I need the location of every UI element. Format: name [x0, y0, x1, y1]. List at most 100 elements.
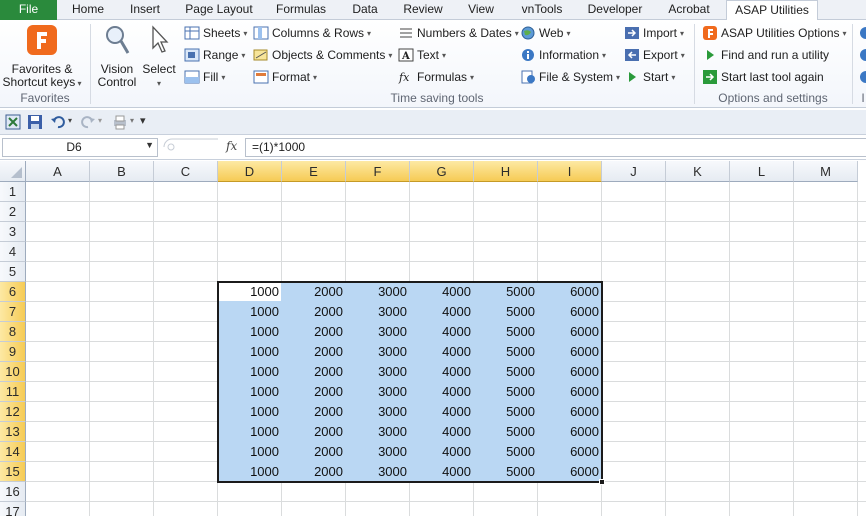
- redo-dropdown-icon[interactable]: ▾: [98, 116, 102, 125]
- excel-app-icon[interactable]: [5, 114, 21, 130]
- column-header-e[interactable]: E: [282, 161, 346, 182]
- column-header-b[interactable]: B: [90, 161, 154, 182]
- column-header-d[interactable]: D: [218, 161, 282, 182]
- tab-page-layout[interactable]: Page Layout: [176, 0, 262, 20]
- name-box[interactable]: D6 ▼: [2, 138, 158, 157]
- undo-dropdown-icon[interactable]: ▾: [68, 116, 72, 125]
- ribbon-tab-bar: File Home Insert Page Layout Formulas Da…: [0, 0, 866, 21]
- row-header-1[interactable]: 1: [0, 182, 26, 202]
- column-header-k[interactable]: K: [666, 161, 730, 182]
- row-header-11[interactable]: 11: [0, 382, 26, 402]
- undo-icon[interactable]: [50, 114, 66, 130]
- row-header-10[interactable]: 10: [0, 362, 26, 382]
- print-dropdown-icon[interactable]: ▾: [130, 116, 134, 125]
- name-box-dropdown-icon[interactable]: ▼: [145, 140, 154, 150]
- quick-access-toolbar: ▾ ▾ ▾ ▾: [0, 110, 866, 135]
- tab-insert[interactable]: Insert: [118, 0, 172, 20]
- find-run-utility-button[interactable]: Find and run a utility: [702, 46, 829, 64]
- row-header-12[interactable]: 12: [0, 402, 26, 422]
- tab-data[interactable]: Data: [340, 0, 390, 20]
- information-menu[interactable]: Information ▾: [520, 46, 606, 64]
- row-header-4[interactable]: 4: [0, 242, 26, 262]
- tab-formulas[interactable]: Formulas: [266, 0, 336, 20]
- row-header-9[interactable]: 9: [0, 342, 26, 362]
- export-menu[interactable]: Export ▾: [624, 46, 685, 64]
- customize-toolbar-icon[interactable]: ▾: [140, 114, 146, 127]
- columns-rows-icon: [253, 26, 269, 40]
- row-header-5[interactable]: 5: [0, 262, 26, 282]
- select-button[interactable]: Select ▾: [142, 24, 176, 90]
- formulas-icon: fx: [398, 70, 414, 84]
- row-header-16[interactable]: 16: [0, 482, 26, 502]
- numbers-dates-icon: [398, 26, 414, 40]
- column-header-g[interactable]: G: [410, 161, 474, 182]
- objects-comments-label: Objects & Comments: [272, 48, 386, 62]
- formula-input[interactable]: =(1)*1000: [245, 138, 866, 157]
- save-icon[interactable]: [27, 114, 43, 130]
- ribbon: Favorites & Shortcut keys ▾ Favorites Vi…: [0, 20, 866, 108]
- row-header-14[interactable]: 14: [0, 442, 26, 462]
- gridline-horizontal: [26, 501, 866, 502]
- sheets-menu[interactable]: Sheets ▾: [184, 24, 247, 42]
- favorites-shortcut-keys-button[interactable]: Favorites & Shortcut keys ▾: [2, 24, 82, 90]
- numbers-dates-menu[interactable]: Numbers & Dates ▾: [398, 24, 519, 42]
- svg-text:A: A: [401, 51, 410, 62]
- formulas-menu[interactable]: fx Formulas ▾: [398, 68, 474, 86]
- column-header-c[interactable]: C: [154, 161, 218, 182]
- start-last-tool-button[interactable]: Start last tool again: [702, 68, 824, 86]
- favorites-label-line1: Favorites &: [11, 62, 73, 76]
- tab-acrobat[interactable]: Acrobat: [656, 0, 722, 20]
- objects-comments-menu[interactable]: Objects & Comments ▾: [253, 46, 392, 64]
- file-system-menu[interactable]: File & System ▾: [520, 68, 620, 86]
- row-header-8[interactable]: 8: [0, 322, 26, 342]
- text-menu[interactable]: A Text ▾: [398, 46, 446, 64]
- web-menu[interactable]: Web ▾: [520, 24, 570, 42]
- gridline-vertical: [153, 182, 154, 516]
- column-header-m[interactable]: M: [794, 161, 858, 182]
- tab-home[interactable]: Home: [60, 0, 116, 20]
- range-menu[interactable]: Range ▾: [184, 46, 245, 64]
- vision-control-button[interactable]: Vision Control: [94, 24, 140, 89]
- row-header-15[interactable]: 15: [0, 462, 26, 482]
- row-header-13[interactable]: 13: [0, 422, 26, 442]
- fill-handle[interactable]: [599, 479, 605, 485]
- asap-utilities-options-menu[interactable]: ASAP Utilities Options ▾: [702, 24, 847, 42]
- row-header-7[interactable]: 7: [0, 302, 26, 322]
- tab-vntools[interactable]: vnTools: [510, 0, 574, 20]
- row-header-2[interactable]: 2: [0, 202, 26, 222]
- tab-file[interactable]: File: [0, 0, 57, 20]
- columns-rows-menu[interactable]: Columns & Rows ▾: [253, 24, 371, 42]
- tab-asap-utilities[interactable]: ASAP Utilities: [726, 0, 818, 21]
- format-menu[interactable]: Format ▾: [253, 68, 317, 86]
- favorites-label-line2: Shortcut keys: [2, 75, 76, 89]
- row-header-17[interactable]: 17: [0, 502, 26, 516]
- numbers-dates-label: Numbers & Dates: [417, 26, 512, 40]
- column-header-h[interactable]: H: [474, 161, 538, 182]
- formula-bar-resize-handle[interactable]: [160, 138, 218, 157]
- start-menu[interactable]: Start ▾: [624, 68, 675, 86]
- range-icon: [184, 48, 200, 62]
- row-header-3[interactable]: 3: [0, 222, 26, 242]
- gridline-horizontal: [26, 241, 866, 242]
- insert-function-icon[interactable]: fx: [226, 139, 237, 153]
- group-label-options-settings: Options and settings: [718, 91, 828, 105]
- column-header-a[interactable]: A: [26, 161, 90, 182]
- import-menu[interactable]: Import ▾: [624, 24, 684, 42]
- group-separator: [694, 24, 695, 104]
- redo-icon[interactable]: [80, 114, 96, 130]
- column-header-j[interactable]: J: [602, 161, 666, 182]
- select-all-button[interactable]: [0, 161, 26, 182]
- gridline-vertical: [665, 182, 666, 516]
- column-header-l[interactable]: L: [730, 161, 794, 182]
- tab-developer[interactable]: Developer: [578, 0, 652, 20]
- tab-review[interactable]: Review: [394, 0, 452, 20]
- web-label: Web: [539, 26, 564, 40]
- column-header-i[interactable]: I: [538, 161, 602, 182]
- quick-print-icon[interactable]: [112, 114, 128, 130]
- worksheet-grid[interactable]: 1000 2000 3000 4000 5000 6000 1000 2000 3000 4000…: [0, 161, 866, 516]
- fill-menu[interactable]: Fill ▾: [184, 68, 225, 86]
- tab-view[interactable]: View: [456, 0, 506, 20]
- row-header-6[interactable]: 6: [0, 282, 26, 302]
- column-header-f[interactable]: F: [346, 161, 410, 182]
- gridline-horizontal: [26, 261, 866, 262]
